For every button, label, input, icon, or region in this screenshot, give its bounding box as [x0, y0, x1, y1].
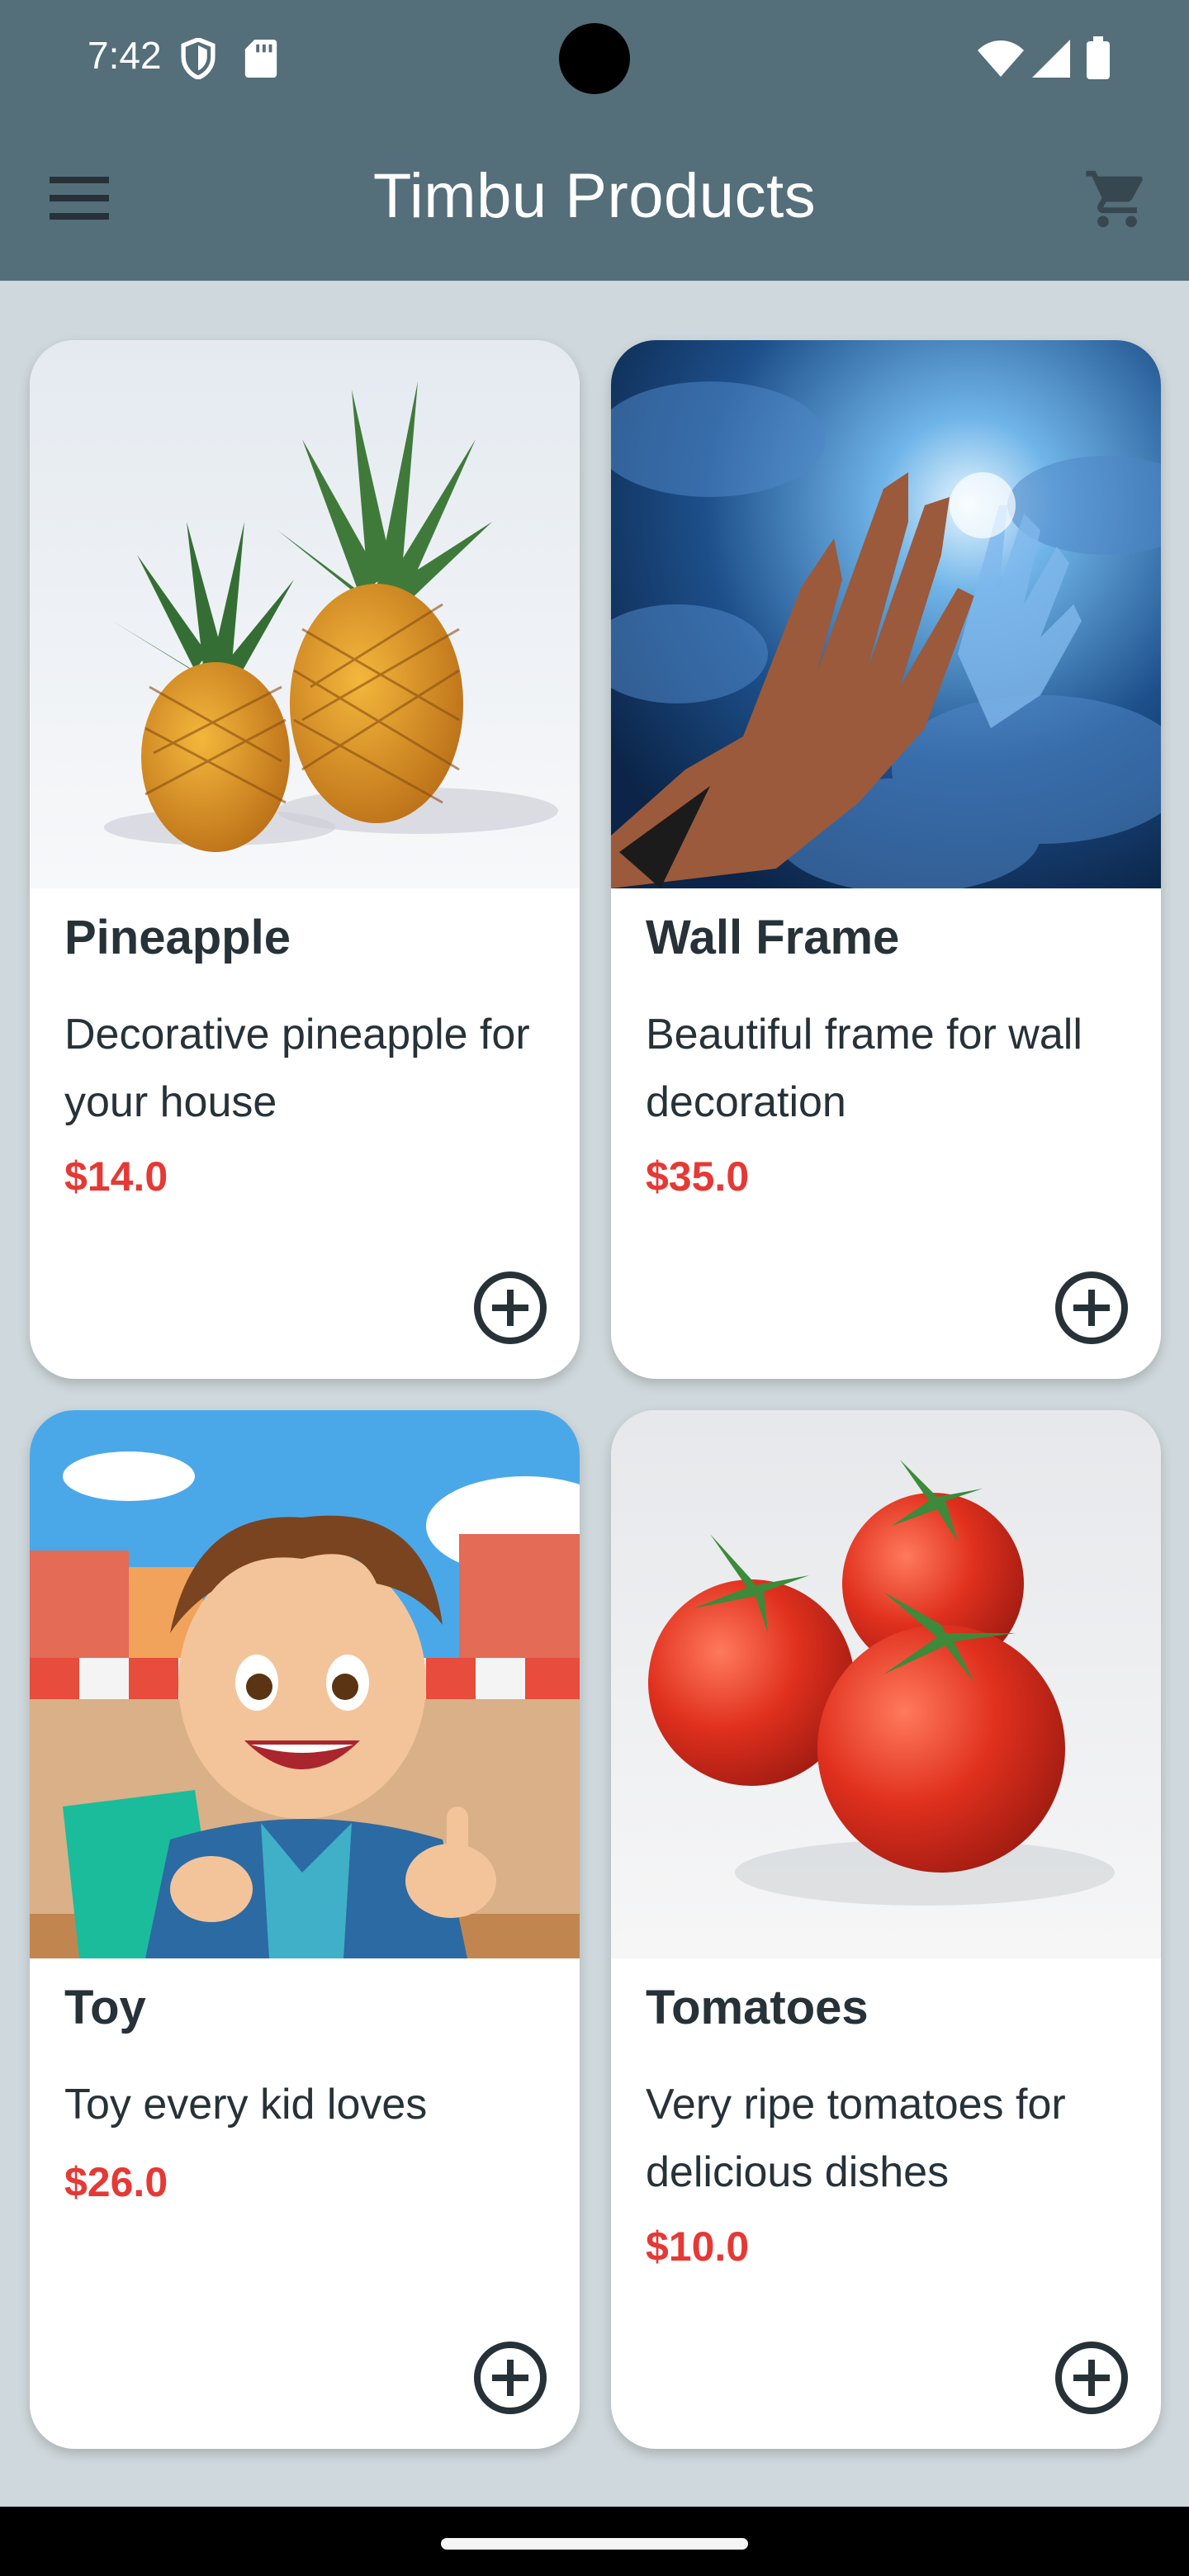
- product-name: Wall Frame: [646, 911, 900, 964]
- page-title: Timbu Products: [372, 161, 817, 231]
- product-price: $10.0: [646, 2223, 750, 2270]
- add-to-cart-icon[interactable]: [472, 2340, 548, 2416]
- product-name: Toy: [64, 1981, 146, 2034]
- product-card[interactable]: Wall Frame Beautiful frame for wall deco…: [611, 340, 1161, 1379]
- status-time: 7:42: [88, 34, 162, 77]
- wifi-icon: [978, 40, 1024, 77]
- toy-image: [30, 1410, 580, 1958]
- product-name: Pineapple: [64, 911, 291, 964]
- sd-card-icon: [244, 40, 277, 78]
- shield-icon: [181, 38, 216, 79]
- add-to-cart-icon[interactable]: [1054, 2340, 1130, 2416]
- product-description: Toy every kid loves: [64, 2081, 428, 2129]
- pineapple-image: [30, 340, 580, 888]
- add-to-cart-icon[interactable]: [1054, 1270, 1130, 1346]
- signal-icon: [1032, 40, 1070, 78]
- product-description: Very ripe tomatoes for delicious dishes: [646, 2081, 1066, 2196]
- battery-icon: [1087, 36, 1110, 79]
- add-to-cart-icon[interactable]: [472, 1270, 548, 1346]
- status-bar: 7:42: [0, 0, 1189, 119]
- cart-icon[interactable]: [1083, 165, 1151, 233]
- product-description: Beautiful frame for wall decoration: [646, 1011, 1082, 1126]
- wall-frame-image: [611, 340, 1161, 888]
- camera-cutout: [559, 23, 630, 94]
- top-app-area: 7:42 Timbu Products: [0, 0, 1189, 281]
- product-card[interactable]: Toy Toy every kid loves $26.0: [30, 1410, 580, 2449]
- product-price: $14.0: [64, 1153, 168, 1200]
- product-card[interactable]: Pineapple Decorative pineapple for your …: [30, 340, 580, 1379]
- product-card[interactable]: Tomatoes Very ripe tomatoes for deliciou…: [611, 1410, 1161, 2449]
- tomatoes-image: [611, 1410, 1161, 1958]
- product-price: $35.0: [646, 1153, 750, 1200]
- navigation-bar: [0, 2507, 1189, 2576]
- app-bar: Timbu Products: [0, 119, 1189, 281]
- home-gesture-handle[interactable]: [441, 2538, 748, 2550]
- product-description: Decorative pineapple for your house: [64, 1011, 530, 1126]
- product-name: Tomatoes: [646, 1981, 869, 2034]
- product-price: $26.0: [64, 2159, 168, 2205]
